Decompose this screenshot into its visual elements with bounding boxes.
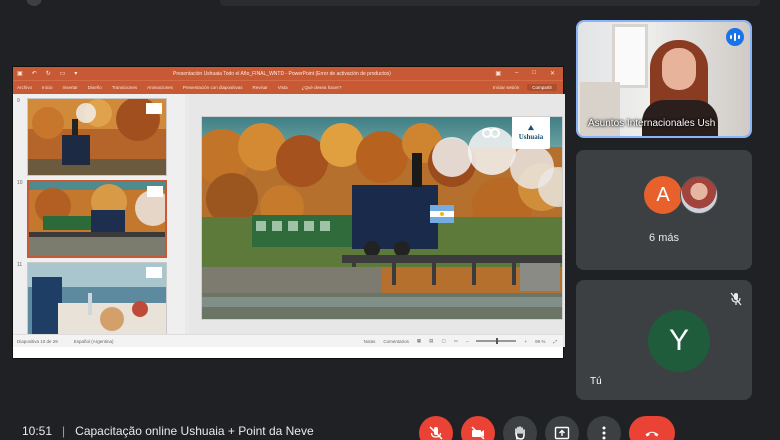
zoom-slider[interactable] [476,338,517,344]
ppt-body: 9 10 11 ⛰ Ushuaia Diapositiva 10 de 29 E… [13,94,565,347]
speaker-tile[interactable]: Asuntos Internacionales Ush [576,20,752,138]
speaker-window [612,24,648,88]
separator: | [62,424,66,438]
window-controls: ▣ – □ ✕ [495,70,555,77]
slideshow-view-icon[interactable]: ▭ [454,338,458,344]
redo-icon[interactable]: ↻ [46,70,51,77]
more-options-button[interactable] [587,416,621,440]
slide-counter: Diapositiva 10 de 29 [17,338,58,344]
tab-revisar[interactable]: Revisar [252,85,267,90]
more-participants-label: 6 más [649,232,679,244]
raise-hand-icon [515,426,525,440]
tab-transiciones[interactable]: Transiciones [112,85,137,90]
zoom-out-icon[interactable]: – [466,339,469,344]
notes-button[interactable]: Notas [364,339,376,344]
sorter-view-icon[interactable]: ▤ [429,338,433,344]
ribbon-right: Iniciar sesión Compartir [493,84,557,91]
ushuaia-logo: ⛰ Ushuaia [512,117,550,149]
customize-icon[interactable]: ▾ [74,70,77,77]
start-slideshow-icon[interactable]: ▭ [60,70,66,77]
camera-off-icon [471,426,485,440]
tab-archivo[interactable]: Archivo [17,85,32,90]
current-slide[interactable]: ⛰ Ushuaia [201,116,563,320]
others-tile[interactable]: A 6 más [576,150,752,270]
ppt-titlebar: ▣ ↶ ↻ ▭ ▾ Presentación Ushuaia Todo el A… [13,67,563,80]
speaker-name: Asuntos Internacionales Ush [588,118,716,129]
tab-insertar[interactable]: Insertar [63,85,78,90]
close-icon[interactable]: ✕ [550,70,555,77]
speaking-indicator-icon [726,28,744,46]
train-bridge-thumbnail [29,182,165,256]
undo-icon[interactable]: ↶ [32,70,37,77]
train-forest-thumbnail [28,99,166,175]
zoom-in-icon[interactable]: + [524,339,527,344]
tell-me-search[interactable]: ¿Qué desea hacer? [302,85,342,90]
avatar-photo [680,176,718,214]
camera-toggle-button[interactable] [461,416,495,440]
shared-screen: ▣ ↶ ↻ ▭ ▾ Presentación Ushuaia Todo el A… [12,66,565,359]
present-button[interactable] [545,416,579,440]
meeting-title: Capacitação online Ushuaia + Point da Ne… [75,424,314,438]
ushuaia-logo-text: Ushuaia [518,133,544,141]
tab-animaciones[interactable]: Animaciones [147,85,173,90]
mic-off-icon [730,292,742,306]
meeting-time: 10:51 [22,424,53,438]
speaker-cabinet [580,82,620,136]
quick-access-toolbar: ▣ ↶ ↻ ▭ ▾ [17,70,77,77]
hangup-icon [645,431,659,437]
slide-editor: ⛰ Ushuaia [189,94,565,347]
ribbon-display-icon[interactable]: ▣ [495,70,501,77]
thumb-number: 9 [17,98,20,104]
top-strip [0,0,780,10]
ushuaia-logo-mark: ⛰ [528,125,534,132]
tab-diseno[interactable]: Diseño [88,85,102,90]
speaker-face [662,48,696,90]
status-right: Notas Comentarios ▦ ▤ ▢ ▭ – + 99 % ⤢ [364,338,557,344]
slide-thumbnail-10[interactable] [27,180,167,258]
slide-thumbnail-11[interactable] [27,262,167,340]
slide-logos: ⛰ Ushuaia [476,117,550,149]
mic-off-icon [429,426,443,440]
tab-presentacion[interactable]: Presentación con diapositivas [183,85,243,90]
slide-thumbnail-9[interactable] [27,98,167,176]
thumb-number: 11 [17,262,23,268]
save-icon[interactable]: ▣ [17,70,23,77]
tab-inicio[interactable]: Inicio [42,85,53,90]
meeting-info: 10:51 | Capacitação online Ushuaia + Poi… [22,424,314,438]
maximize-icon[interactable]: □ [532,70,536,77]
self-tile[interactable]: Y Tú [576,280,752,400]
more-icon [602,426,606,440]
leave-call-button[interactable] [629,416,675,440]
sign-in-link[interactable]: Iniciar sesión [493,85,519,90]
thumb-number: 10 [17,180,23,186]
ppt-statusbar: Diapositiva 10 de 29 Español (Argentina)… [13,334,563,347]
tab-vista[interactable]: Vista [278,85,288,90]
self-label: Tú [590,376,602,387]
mic-toggle-button[interactable] [419,416,453,440]
zoom-level[interactable]: 99 % [535,339,545,344]
ppt-ribbon: Archivo Inicio Insertar Diseño Transicio… [13,80,563,94]
meeting-controls-bar: 10:51 | Capacitação online Ushuaia + Poi… [0,412,780,440]
top-avatar-fragment [26,0,42,6]
dining-thumbnail [28,263,166,339]
slide-thumbnails: 9 10 11 [13,94,185,347]
reading-view-icon[interactable]: ▢ [441,338,445,344]
partner-logo [476,123,506,143]
share-button[interactable]: Compartir [527,84,557,91]
raise-hand-button[interactable] [503,416,537,440]
comments-button[interactable]: Comentarios [383,339,409,344]
fit-slide-icon[interactable]: ⤢ [553,339,557,344]
normal-view-icon[interactable]: ▦ [417,338,421,344]
avatar: Y [648,310,710,372]
present-icon [554,426,570,440]
avatar: A [644,176,682,214]
language-indicator[interactable]: Español (Argentina) [74,339,114,344]
ppt-window-title: Presentación Ushuaia Todo el Año_FINAL_W… [173,70,391,77]
top-bar-fragment [220,0,760,6]
minimize-icon[interactable]: – [515,70,518,77]
status-left: Diapositiva 10 de 29 Español (Argentina) [17,339,114,344]
